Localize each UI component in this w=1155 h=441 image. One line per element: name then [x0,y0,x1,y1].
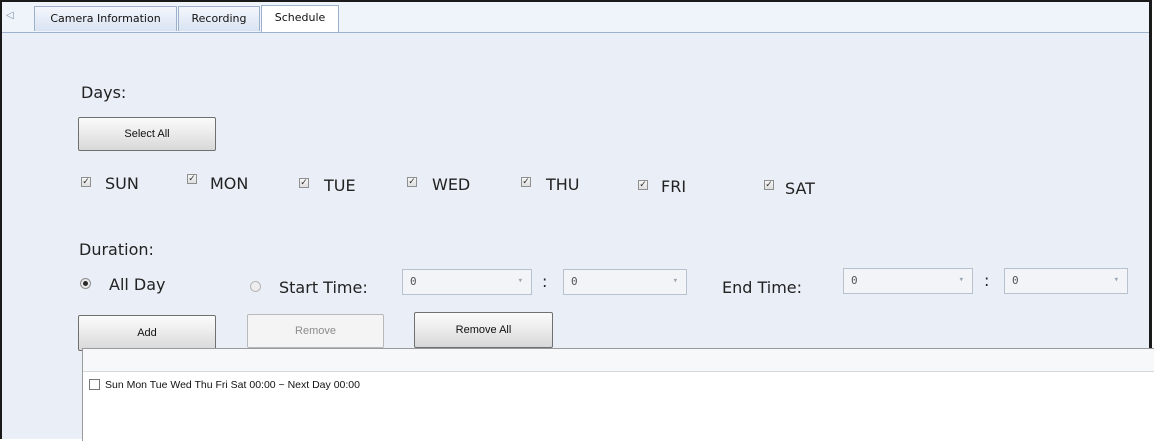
end-minute-value: 0 [1012,274,1019,287]
schedule-item-text: Sun Mon Tue Wed Thu Fri Sat 00:00 ~ Next… [105,379,360,391]
time-separator: : [984,271,990,290]
chevron-down-icon: ▾ [517,276,523,286]
fri-label: FRI [661,177,687,196]
tab-strip: ◁ Camera Information Recording Schedule [2,2,1149,33]
wed-label: WED [432,175,471,194]
scroll-left-icon[interactable]: ◁ [6,10,14,21]
all-day-label: All Day [109,275,166,294]
wed-checkbox[interactable]: ✓ [407,177,417,187]
start-minute-combo[interactable]: 0 ▾ [563,269,687,295]
chevron-down-icon: ▾ [958,275,964,285]
add-button[interactable]: Add [78,315,216,351]
end-hour-combo[interactable]: 0 ▾ [843,268,973,294]
sat-label: SAT [785,179,815,198]
tue-checkbox[interactable]: ✓ [299,178,309,188]
mon-checkbox[interactable]: ✓ [187,174,197,184]
remove-all-button[interactable]: Remove All [414,312,553,348]
end-time-label: End Time: [722,278,803,297]
tab-schedule[interactable]: Schedule [261,5,339,32]
duration-label: Duration: [79,240,154,259]
radio-selected-dot [83,281,88,286]
sat-checkbox[interactable]: ✓ [764,180,774,190]
thu-label: THU [546,175,580,194]
start-time-label: Start Time: [279,278,368,297]
tue-label: TUE [324,176,356,195]
all-day-radio[interactable] [80,278,91,289]
list-header [83,349,1154,372]
schedule-item-checkbox[interactable] [89,379,100,390]
days-label: Days: [81,83,127,102]
end-hour-value: 0 [851,274,858,287]
select-all-button[interactable]: Select All [78,117,216,151]
fri-checkbox[interactable]: ✓ [638,180,648,190]
tab-recording[interactable]: Recording [178,6,260,31]
mon-label: MON [210,174,249,193]
sun-label: SUN [105,174,139,193]
chevron-down-icon: ▾ [672,276,678,286]
start-minute-value: 0 [571,275,578,288]
end-minute-combo[interactable]: 0 ▾ [1004,268,1128,294]
list-item[interactable]: Sun Mon Tue Wed Thu Fri Sat 00:00 ~ Next… [89,379,360,391]
thu-checkbox[interactable]: ✓ [521,177,531,187]
chevron-down-icon: ▾ [1113,275,1119,285]
window-frame: ◁ Camera Information Recording Schedule … [0,0,1154,441]
sun-checkbox[interactable]: ✓ [81,177,91,187]
remove-button[interactable]: Remove [247,314,384,348]
schedule-list[interactable]: Sun Mon Tue Wed Thu Fri Sat 00:00 ~ Next… [82,348,1154,441]
start-time-radio[interactable] [250,281,261,292]
time-separator: : [542,272,548,291]
start-hour-combo[interactable]: 0 ▾ [402,269,532,295]
start-hour-value: 0 [410,275,417,288]
tab-camera-information[interactable]: Camera Information [34,6,177,31]
